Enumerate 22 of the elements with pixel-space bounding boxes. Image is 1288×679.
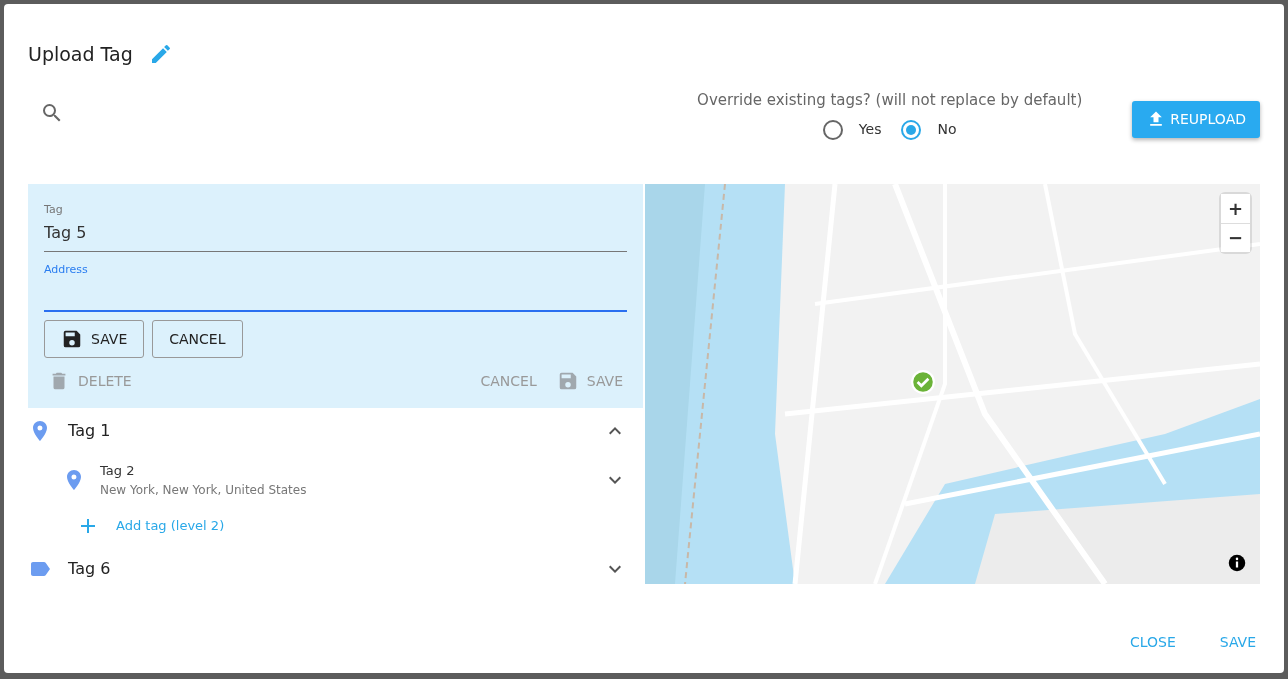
cancel-button[interactable]: CANCEL [152, 320, 243, 358]
radio-button[interactable] [822, 119, 843, 140]
tag-name: Tag 1 [68, 420, 111, 442]
reupload-button[interactable]: REUPLOAD [1132, 100, 1260, 138]
radio-button[interactable] [901, 119, 922, 140]
zoom-out-button[interactable]: − [1221, 223, 1250, 252]
check-marker-icon [910, 369, 936, 395]
info-icon [1228, 554, 1246, 572]
close-button[interactable]: CLOSE [1119, 626, 1186, 659]
text-field[interactable]: Tag 5 [44, 218, 627, 252]
tag-address: New York, New York, United States [100, 481, 307, 499]
field-label: Address [44, 261, 89, 278]
dialog-title: Upload Tag [28, 42, 133, 67]
add-tag-link[interactable]: Add tag (level 2) [76, 506, 225, 546]
field-label: Tag [44, 202, 64, 218]
save-button[interactable]: SAVE [1209, 626, 1266, 659]
tag-name: Tag 2 [100, 462, 136, 481]
tag-name: Tag 6 [68, 558, 111, 580]
override-question: Override existing tags? (will not replace by default) [697, 89, 1083, 111]
radio-label: Yes [858, 120, 882, 139]
save-button[interactable]: SAVE [44, 320, 145, 358]
radio-label: No [937, 120, 957, 139]
